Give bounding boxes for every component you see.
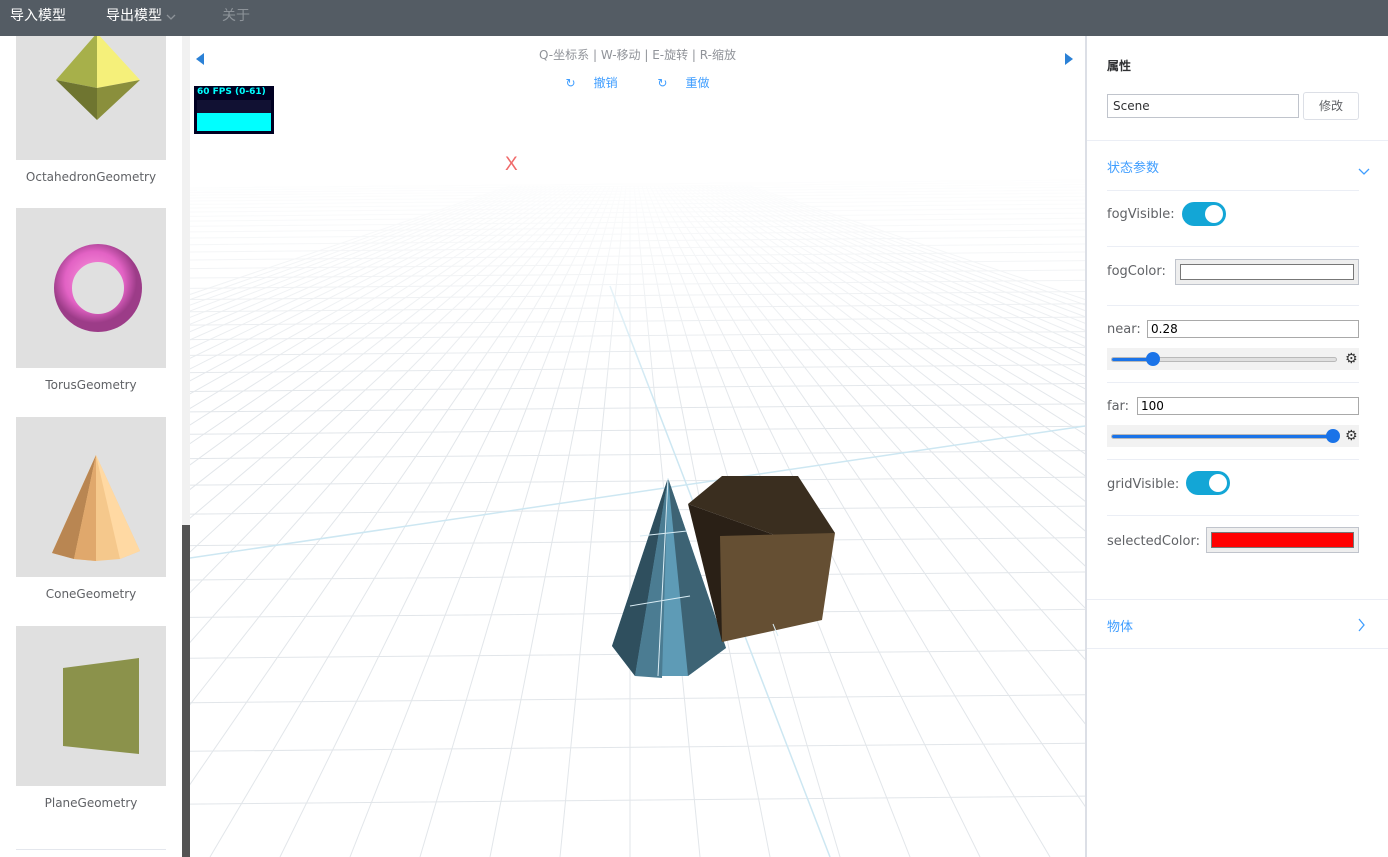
divider: [1107, 382, 1359, 383]
transform-shortcut-hint: Q-坐标系 | W-移动 | E-旋转 | R-缩放: [539, 48, 736, 62]
menu-import-model[interactable]: 导入模型: [10, 0, 66, 36]
geometry-library: OctahedronGeometry TorusGeometry ConeGeo…: [0, 36, 182, 857]
divider: [1107, 246, 1359, 247]
menu-about[interactable]: 关于: [222, 0, 250, 36]
panel-title: 属性: [1107, 59, 1132, 73]
fog-visible-toggle[interactable]: [1182, 202, 1226, 226]
slider-track: [1111, 434, 1338, 439]
slider-fill: [1112, 435, 1338, 438]
fps-stats-panel[interactable]: 60 FPS (0-61): [194, 86, 274, 134]
redo-button[interactable]: ↻ 重做: [648, 76, 718, 90]
toggle-knob: [1205, 205, 1223, 223]
gear-icon[interactable]: ⚙: [1345, 351, 1358, 367]
chevron-down-icon[interactable]: [1358, 161, 1370, 180]
scene-canvas[interactable]: X: [190, 36, 1085, 857]
objects-section-title[interactable]: 物体: [1107, 616, 1133, 635]
octahedron-thumbnail: [16, 36, 166, 160]
scene-viewport[interactable]: X Q-坐标系 | W-移动 | E-旋转 | R-缩放 ↻ 撤销 ↻ 重做 60 …: [190, 36, 1085, 857]
slider-thumb[interactable]: [1146, 352, 1161, 366]
history-bar: ↻ 撤销 ↻ 重做: [190, 74, 1085, 91]
selected-color-label: selectedColor:: [1107, 534, 1200, 549]
library-item-label: PlaneGeometry: [44, 796, 138, 810]
library-item-cone[interactable]: ConeGeometry: [16, 417, 166, 601]
near-input[interactable]: 0.28: [1147, 320, 1359, 338]
undo-label: 撤销: [593, 76, 618, 90]
fps-graph-fill: [197, 113, 271, 131]
library-item-torus[interactable]: TorusGeometry: [16, 208, 166, 392]
grid-line: [190, 795, 1085, 805]
properties-panel: 属性 Scene 修改 状态参数 fogVisible: fogColor: n…: [1087, 36, 1388, 857]
fog-visible-label: fogVisible:: [1107, 207, 1175, 222]
x-axis-line: [190, 425, 1085, 559]
gear-icon[interactable]: ⚙: [1345, 428, 1358, 444]
undo-icon: ↻: [565, 76, 576, 90]
library-item-label: OctahedronGeometry: [25, 170, 157, 184]
chevron-right-icon[interactable]: [1358, 617, 1366, 636]
fog-color-picker[interactable]: [1175, 259, 1359, 285]
object-name-input[interactable]: Scene: [1107, 94, 1299, 118]
fog-color-swatch: [1180, 264, 1354, 280]
library-item-plane[interactable]: PlaneGeometry: [16, 626, 166, 810]
slider-track: [1111, 357, 1337, 362]
chevron-down-icon: [166, 0, 176, 32]
fog-overlay: [190, 166, 1085, 406]
divider: [1087, 648, 1388, 649]
grid-line: [190, 450, 1085, 460]
fog-color-label: fogColor:: [1107, 264, 1166, 279]
grid-line: [190, 476, 1085, 486]
divider: [1107, 515, 1359, 516]
x-axis-marker: X: [505, 154, 518, 175]
far-label: far:: [1107, 399, 1130, 414]
modify-button[interactable]: 修改: [1303, 92, 1359, 120]
torus-thumbnail: [16, 208, 166, 368]
divider: [1107, 305, 1359, 306]
slider-thumb[interactable]: [1326, 429, 1340, 443]
grid-line: [190, 505, 1085, 515]
undo-button[interactable]: ↻ 撤销: [557, 76, 627, 90]
far-slider[interactable]: ⚙: [1107, 425, 1359, 447]
divider: [1107, 459, 1359, 460]
fps-graph: [197, 100, 271, 131]
grid-visible-label: gridVisible:: [1107, 477, 1180, 492]
divider: [1087, 140, 1388, 141]
divider: [1087, 599, 1388, 600]
menu-export-label: 导出模型: [106, 8, 162, 24]
grid-line: [190, 694, 1085, 704]
library-scrollbar-thumb[interactable]: [182, 525, 190, 857]
library-item-octahedron[interactable]: OctahedronGeometry: [16, 36, 166, 184]
menu-export-model[interactable]: 导出模型: [106, 0, 176, 36]
selected-color-picker[interactable]: [1206, 527, 1359, 553]
cone-thumbnail: [16, 417, 166, 577]
library-item-label: TorusGeometry: [45, 378, 137, 392]
top-menu-bar: 导入模型 导出模型 关于: [0, 0, 1388, 36]
fps-readout: 60 FPS (0-61): [197, 87, 266, 97]
near-label: near:: [1107, 322, 1141, 337]
grid-line: [190, 742, 1085, 752]
selected-color-swatch: [1211, 532, 1354, 548]
state-section-title[interactable]: 状态参数: [1107, 157, 1159, 176]
plane-thumbnail: [16, 626, 166, 786]
divider: [1107, 190, 1359, 191]
toggle-knob: [1209, 474, 1227, 492]
library-item-label: ConeGeometry: [45, 587, 137, 601]
far-input[interactable]: 100: [1137, 397, 1359, 415]
redo-label: 重做: [685, 76, 710, 90]
slider-fill: [1112, 358, 1151, 361]
grid-visible-toggle[interactable]: [1186, 471, 1230, 495]
near-slider[interactable]: ⚙: [1107, 348, 1359, 370]
redo-icon: ↻: [657, 76, 668, 90]
library-divider: [16, 849, 166, 850]
